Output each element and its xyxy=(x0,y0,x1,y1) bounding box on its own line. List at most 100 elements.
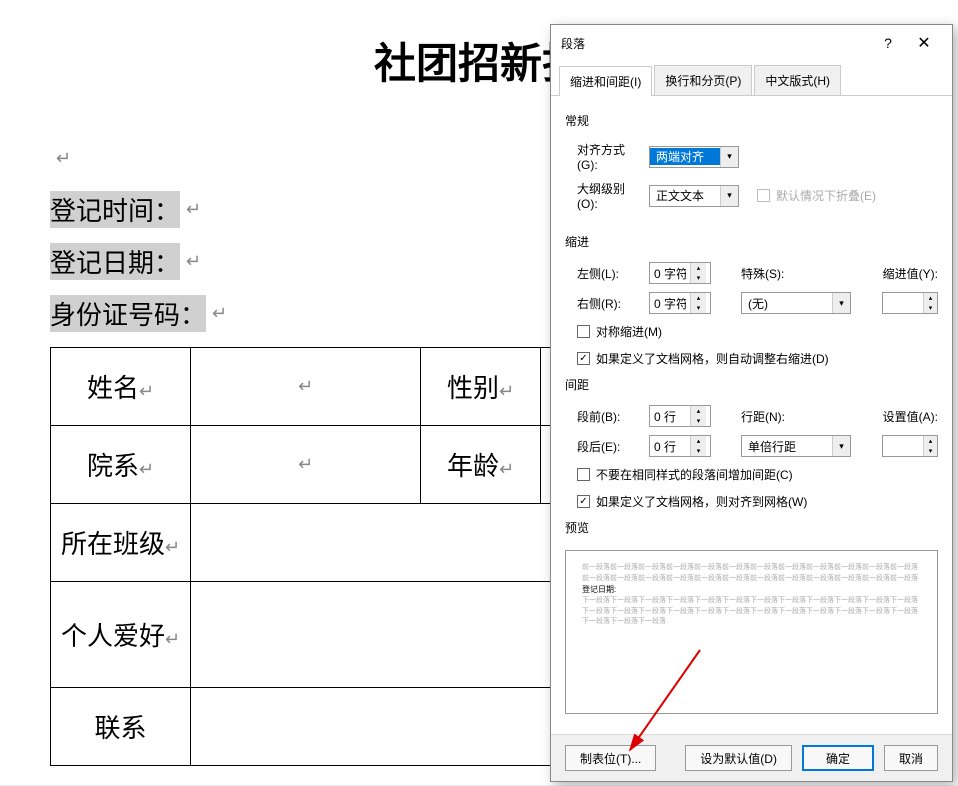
spinner-setting-val[interactable]: ▴▾ xyxy=(882,435,938,457)
chk-label: 如果定义了文档网格，则自动调整右缩进(D) xyxy=(596,350,829,367)
spinner-input[interactable] xyxy=(883,439,923,453)
combo-outline[interactable]: 正文文本 ▾ xyxy=(649,185,739,207)
label-before: 段前(B): xyxy=(577,408,641,425)
help-button[interactable]: ? xyxy=(870,35,906,51)
cell-hobby-label[interactable]: 个人爱好↵ xyxy=(51,582,191,688)
cell-age-label[interactable]: 年龄↵ xyxy=(421,426,541,504)
cancel-button[interactable]: 取消 xyxy=(884,745,938,771)
combo-text: 正文文本 xyxy=(650,187,720,204)
dialog-tabs: 缩进和间距(I) 换行和分页(P) 中文版式(H) xyxy=(551,61,952,96)
label-alignment: 对齐方式(G): xyxy=(577,141,641,172)
section-general: 常规 xyxy=(565,112,938,129)
label-right: 右侧(R): xyxy=(577,295,641,312)
cell-class-label[interactable]: 所在班级↵ xyxy=(51,504,191,582)
chevron-down-icon[interactable]: ▾ xyxy=(832,436,850,456)
spinner-after[interactable]: ▴▾ xyxy=(649,435,711,457)
chk-label: 对称缩进(M) xyxy=(596,323,662,340)
spinner-indent-val[interactable]: ▴▾ xyxy=(882,292,938,314)
field-label: 登记日期： xyxy=(50,243,180,280)
combo-text: (无) xyxy=(742,295,832,312)
cell-name-value[interactable]: ↵ xyxy=(191,348,421,426)
combo-text: 两端对齐 xyxy=(650,148,720,165)
paragraph-mark: ↵ xyxy=(186,199,201,220)
preview-current: 登记日期: xyxy=(582,584,921,596)
label-indent-val: 缩进值(Y): xyxy=(882,265,938,282)
section-spacing: 间距 xyxy=(565,376,938,393)
chevron-down-icon[interactable]: ▾ xyxy=(720,186,738,206)
preview-before: 前一段落前一段落前一段落前一段落前一段落前一段落前一段落前一段落前一段落前一段落… xyxy=(582,563,921,584)
label-outline: 大纲级别(O): xyxy=(577,180,641,211)
label-setting-val: 设置值(A): xyxy=(882,408,938,425)
spinner-input[interactable] xyxy=(883,296,923,310)
combo-text: 单倍行距 xyxy=(742,438,832,455)
spinner-before[interactable]: ▴▾ xyxy=(649,405,711,427)
spinner-buttons[interactable]: ▴▾ xyxy=(923,293,937,313)
paragraph-mark: ↵ xyxy=(186,251,201,272)
tab-indent-spacing[interactable]: 缩进和间距(I) xyxy=(559,66,652,96)
spinner-buttons[interactable]: ▴▾ xyxy=(690,293,706,313)
cell-gender-label[interactable]: 性别↵ xyxy=(421,348,541,426)
spinner-buttons[interactable]: ▴▾ xyxy=(690,436,706,456)
chk-label: 不要在相同样式的段落间增加间距(C) xyxy=(596,466,793,483)
paragraph-dialog: 段落 ? ✕ 缩进和间距(I) 换行和分页(P) 中文版式(H) 常规 对齐方式… xyxy=(550,24,953,782)
spinner-buttons[interactable]: ▴▾ xyxy=(923,436,937,456)
spinner-input[interactable] xyxy=(650,296,690,310)
row-left-indent: 左侧(L): ▴▾ 特殊(S): 缩进值(Y): xyxy=(577,262,938,284)
field-label: 身份证号码： xyxy=(50,295,206,332)
spinner-right[interactable]: ▴▾ xyxy=(649,292,711,314)
row-right-indent: 右侧(R): ▴▾ (无) ▾ ▴▾ xyxy=(577,292,938,314)
preview-after: 下一段落下一段落下一段落下一段落下一段落下一段落下一段落下一段落下一段落下一段落… xyxy=(582,596,921,628)
spinner-input[interactable] xyxy=(650,439,690,453)
checkbox-icon: ✓ xyxy=(577,495,590,508)
dialog-title: 段落 xyxy=(561,35,870,52)
dialog-content: 常规 对齐方式(G): 两端对齐 ▾ 大纲级别(O): 正文文本 ▾ 默认情况下… xyxy=(551,96,952,734)
spinner-buttons[interactable]: ▴▾ xyxy=(690,406,706,426)
checkbox-icon xyxy=(577,468,590,481)
cell-contact-label[interactable]: 联系 xyxy=(51,688,191,766)
set-default-button[interactable]: 设为默认值(D) xyxy=(685,745,792,771)
chk-no-same-style[interactable]: 不要在相同样式的段落间增加间距(C) xyxy=(577,466,938,483)
label-collapse: 默认情况下折叠(E) xyxy=(776,187,876,204)
dialog-titlebar[interactable]: 段落 ? ✕ xyxy=(551,25,952,61)
chk-mirror-indent[interactable]: 对称缩进(M) xyxy=(577,323,938,340)
section-preview: 预览 xyxy=(565,519,938,536)
preview-box: 前一段落前一段落前一段落前一段落前一段落前一段落前一段落前一段落前一段落前一段落… xyxy=(565,550,938,714)
spinner-input[interactable] xyxy=(650,409,690,423)
cell-dept-value[interactable]: ↵ xyxy=(191,426,421,504)
combo-alignment[interactable]: 两端对齐 ▾ xyxy=(649,146,739,168)
tab-line-page-breaks[interactable]: 换行和分页(P) xyxy=(654,65,752,95)
spinner-left[interactable]: ▴▾ xyxy=(649,262,711,284)
chk-label: 如果定义了文档网格，则对齐到网格(W) xyxy=(596,493,807,510)
checkbox-icon xyxy=(757,189,770,202)
paragraph-mark: ↵ xyxy=(212,303,227,324)
combo-special[interactable]: (无) ▾ xyxy=(741,292,851,314)
row-before: 段前(B): ▴▾ 行距(N): 设置值(A): xyxy=(577,405,938,427)
row-alignment: 对齐方式(G): 两端对齐 ▾ xyxy=(577,141,938,172)
cell-name-label[interactable]: 姓名↵ xyxy=(51,348,191,426)
section-indent: 缩进 xyxy=(565,233,938,250)
label-after: 段后(E): xyxy=(577,438,641,455)
row-outline: 大纲级别(O): 正文文本 ▾ 默认情况下折叠(E) xyxy=(577,180,938,211)
row-after: 段后(E): ▴▾ 单倍行距 ▾ ▴▾ xyxy=(577,435,938,457)
spinner-input[interactable] xyxy=(650,266,690,280)
close-button[interactable]: ✕ xyxy=(906,33,942,53)
chk-grid-align[interactable]: ✓ 如果定义了文档网格，则对齐到网格(W) xyxy=(577,493,938,510)
label-left: 左侧(L): xyxy=(577,265,641,282)
chevron-down-icon[interactable]: ▾ xyxy=(720,147,738,167)
dialog-button-bar: 制表位(T)... 设为默认值(D) 确定 取消 xyxy=(551,734,952,781)
checkbox-icon: ✓ xyxy=(577,352,590,365)
label-line-spacing: 行距(N): xyxy=(741,408,797,425)
spinner-buttons[interactable]: ▴▾ xyxy=(690,263,706,283)
checkbox-icon xyxy=(577,325,590,338)
combo-line-spacing[interactable]: 单倍行距 ▾ xyxy=(741,435,851,457)
chk-collapse[interactable]: 默认情况下折叠(E) xyxy=(757,187,876,204)
cell-dept-label[interactable]: 院系↵ xyxy=(51,426,191,504)
label-special: 特殊(S): xyxy=(741,265,797,282)
chevron-down-icon[interactable]: ▾ xyxy=(832,293,850,313)
field-label: 登记时间： xyxy=(50,191,180,228)
chk-grid-indent[interactable]: ✓ 如果定义了文档网格，则自动调整右缩进(D) xyxy=(577,350,938,367)
paragraph-mark: ↵ xyxy=(56,148,71,168)
tabs-button[interactable]: 制表位(T)... xyxy=(565,745,656,771)
tab-chinese-typography[interactable]: 中文版式(H) xyxy=(754,65,841,95)
ok-button[interactable]: 确定 xyxy=(802,745,874,771)
